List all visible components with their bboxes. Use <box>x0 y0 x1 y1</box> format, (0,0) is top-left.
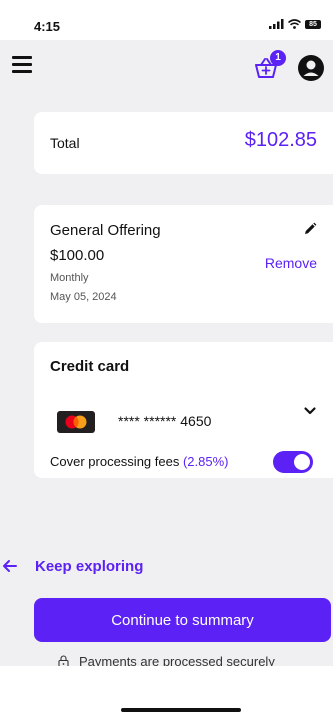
total-card: Total $102.85 <box>34 112 333 174</box>
offering-date: May 05, 2024 <box>50 291 117 303</box>
card-number: **** ****** 4650 <box>118 413 212 429</box>
battery-icon: 85 <box>305 19 321 29</box>
chevron-down-icon[interactable] <box>303 404 317 418</box>
offering-title: General Offering <box>50 222 161 239</box>
wifi-icon <box>288 19 301 29</box>
keep-exploring-label: Keep exploring <box>35 557 144 575</box>
home-area <box>0 666 333 718</box>
home-indicator[interactable] <box>121 708 241 712</box>
cover-fees-toggle[interactable] <box>273 451 313 473</box>
arrow-left-icon <box>3 560 17 572</box>
offering-frequency: Monthly <box>50 272 89 284</box>
top-bar: 1 <box>0 40 333 98</box>
mastercard-icon <box>57 411 95 433</box>
account-icon[interactable] <box>297 54 325 82</box>
continue-button-label: Continue to summary <box>111 611 254 629</box>
status-icons: 85 <box>269 19 321 29</box>
keep-exploring-link[interactable]: Keep exploring <box>0 555 143 577</box>
fees-percent: (2.85%) <box>182 454 229 469</box>
continue-to-summary-button[interactable]: Continue to summary <box>34 598 331 642</box>
status-bar: 4:15 85 <box>0 0 333 40</box>
app-screen: 1 Total $102.85 General Offering $100.00… <box>0 40 333 669</box>
total-label: Total <box>50 135 80 151</box>
pencil-icon[interactable] <box>303 222 317 236</box>
status-time: 4:15 <box>34 19 61 34</box>
total-value: $102.85 <box>244 129 317 151</box>
toggle-knob <box>294 454 310 470</box>
payment-method-title: Credit card <box>50 358 130 375</box>
signal-icon <box>269 19 284 29</box>
offering-amount: $100.00 <box>50 247 105 264</box>
payment-card: Credit card **** ****** 4650 Cover proce… <box>34 342 333 478</box>
offering-card: General Offering $100.00 Monthly May 05,… <box>34 205 333 323</box>
menu-icon[interactable] <box>12 56 34 76</box>
remove-link[interactable]: Remove <box>265 255 317 271</box>
cover-fees-label: Cover processing fees (2.85%) <box>50 454 229 469</box>
cart-count-badge: 1 <box>270 50 286 66</box>
